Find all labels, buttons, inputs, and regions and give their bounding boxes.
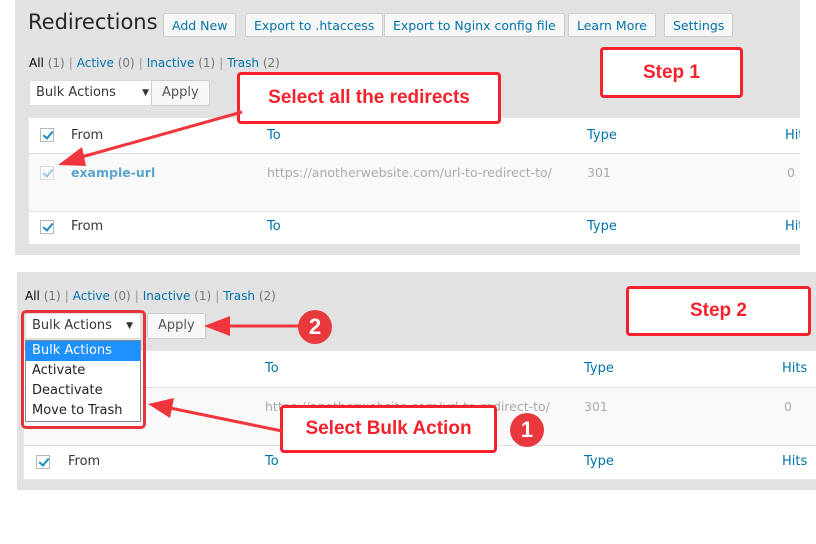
arrow-to-dropdown [148, 398, 283, 433]
arrow-to-row-checkbox [58, 110, 243, 166]
arrow-to-apply-button [204, 316, 300, 336]
annotation-arrows [58, 110, 300, 433]
